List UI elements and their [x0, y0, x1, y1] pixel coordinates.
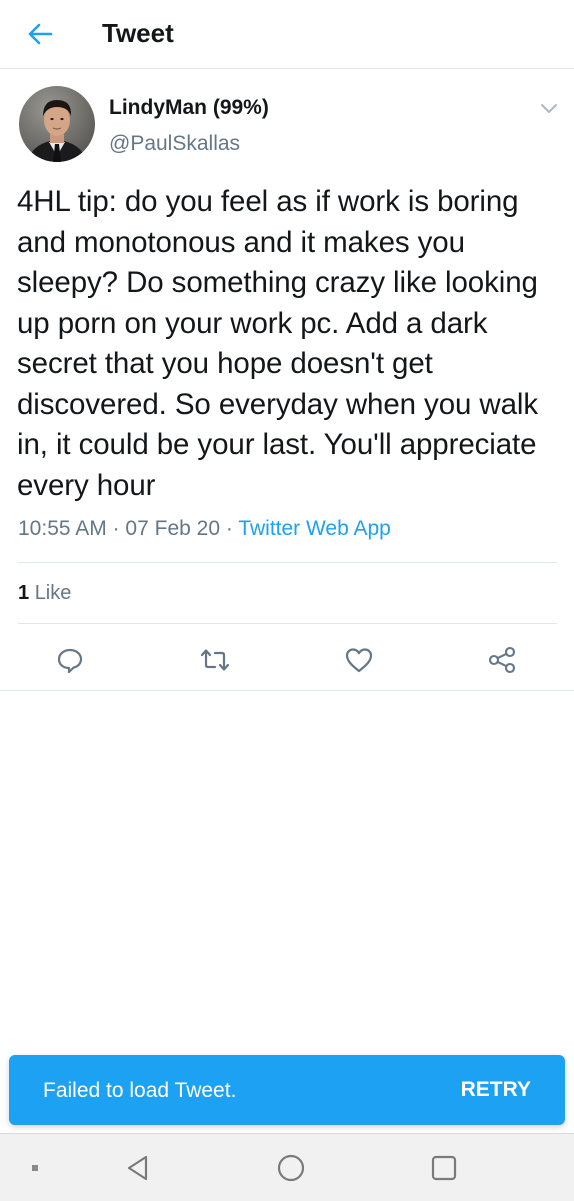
app-header: Tweet: [0, 0, 574, 69]
retweet-button[interactable]: [195, 640, 235, 680]
chevron-down-icon: [541, 104, 557, 113]
page-title: Tweet: [102, 18, 174, 48]
tweet-text: 4HL tip: do you feel as if work is borin…: [17, 185, 539, 502]
nav-home-button[interactable]: [271, 1148, 311, 1188]
menu-square-icon: [32, 1165, 38, 1171]
back-triangle-icon: [127, 1155, 148, 1181]
divider: [0, 690, 574, 691]
nav-back-button[interactable]: [118, 1148, 158, 1188]
home-circle-icon: [277, 1154, 305, 1182]
arrow-left-icon: [28, 23, 53, 45]
retry-button[interactable]: RETRY: [461, 1076, 531, 1104]
system-navigation-bar: [0, 1133, 574, 1201]
retweet-icon: [200, 649, 230, 671]
author-display-name[interactable]: LindyMan (99%): [109, 95, 269, 121]
tweet-options-button[interactable]: [536, 96, 562, 122]
back-button[interactable]: [20, 16, 60, 52]
likes-count[interactable]: 1 Like: [18, 580, 71, 606]
nav-recents-button[interactable]: [424, 1148, 464, 1188]
divider: [18, 562, 557, 563]
avatar-image: [19, 86, 95, 162]
reply-button[interactable]: [50, 640, 90, 680]
share-button[interactable]: [482, 640, 522, 680]
snackbar-message: Failed to load Tweet.: [43, 1079, 237, 1102]
like-button[interactable]: [339, 640, 379, 680]
heart-icon: [345, 648, 373, 673]
reply-icon: [57, 648, 83, 674]
share-icon: [488, 646, 516, 674]
tweet-source-link[interactable]: Twitter Web App: [238, 517, 391, 540]
tweet-date: 07 Feb 20: [125, 517, 220, 540]
meta-separator: ·: [225, 517, 233, 540]
author-handle[interactable]: @PaulSkallas: [109, 131, 240, 157]
tweet-meta: 10:55 AM · 07 Feb 20 · Twitter Web App: [18, 515, 391, 543]
likes-label: Like: [34, 582, 72, 604]
nav-menu-button[interactable]: [15, 1148, 55, 1188]
likes-number: 1: [18, 582, 30, 604]
avatar[interactable]: [19, 86, 95, 162]
error-snackbar: Failed to load Tweet. RETRY: [9, 1055, 565, 1125]
meta-separator: ·: [112, 517, 120, 540]
tweet-time: 10:55 AM: [18, 517, 107, 540]
divider: [18, 623, 557, 624]
recents-square-icon: [431, 1155, 457, 1181]
